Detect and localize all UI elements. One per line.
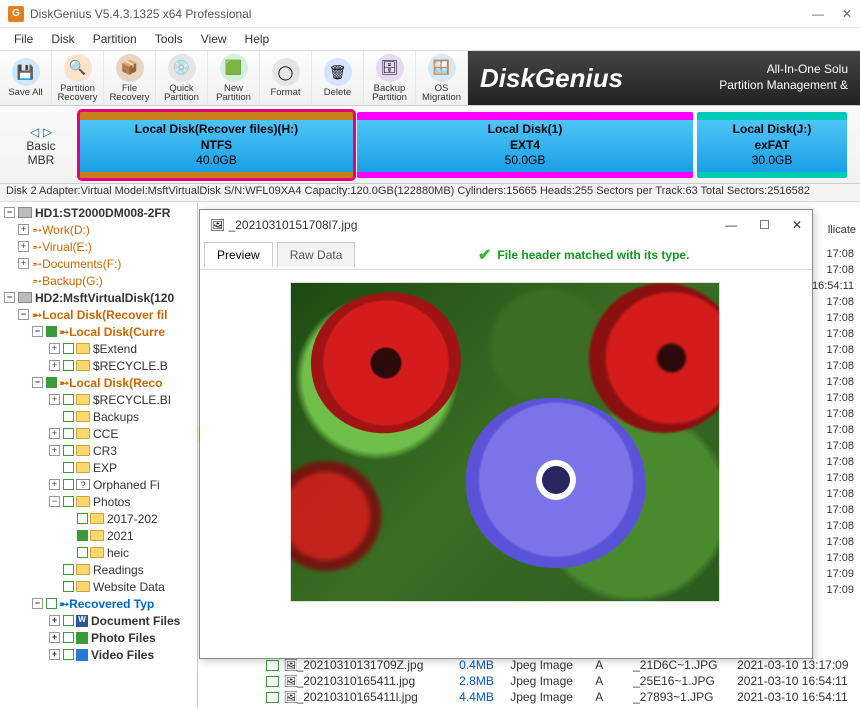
time-cell: 17:08 <box>808 360 860 376</box>
brand-banner: DiskGenius All-In-One SoluPartition Mana… <box>468 51 860 105</box>
backup-icon: 🗄 <box>376 54 404 82</box>
menu-tools[interactable]: Tools <box>147 30 191 48</box>
jpg-icon: 🖼 <box>283 674 296 688</box>
format-button[interactable]: ◯Format <box>260 51 312 105</box>
window-titlebar: G DiskGenius V5.4.3.1325 x64 Professiona… <box>0 0 860 28</box>
time-cell: 16:54:11 <box>808 280 860 296</box>
prev-disk-icon[interactable]: ◁ <box>30 125 39 139</box>
time-cell: 17:08 <box>808 504 860 520</box>
time-cell: 17:08 <box>808 456 860 472</box>
file-row[interactable]: 🖼_20210310165411l.jpg4.4MBJpeg ImageA_27… <box>198 689 860 705</box>
time-cell: 17:09 <box>808 568 860 584</box>
time-cell: 17:08 <box>808 328 860 344</box>
time-cell: 17:08 <box>808 344 860 360</box>
banner-brand: DiskGenius <box>480 63 623 94</box>
preview-image <box>290 282 720 602</box>
time-cell: 17:08 <box>808 296 860 312</box>
time-cell: 17:08 <box>808 488 860 504</box>
migrate-icon: 🪟 <box>428 54 456 82</box>
time-cell: 17:08 <box>808 536 860 552</box>
stack-icon: 🟩 <box>220 54 248 82</box>
time-cell: 17:08 <box>808 392 860 408</box>
preview-close-button[interactable]: ✕ <box>792 218 802 232</box>
time-cell: 17:08 <box>808 312 860 328</box>
time-cell: 17:08 <box>808 248 860 264</box>
time-cell: 17:08 <box>808 440 860 456</box>
video-icon <box>76 649 88 661</box>
next-disk-icon[interactable]: ▷ <box>43 125 52 139</box>
menu-bar: File Disk Partition Tools View Help <box>0 28 860 50</box>
time-cell: 17:09 <box>808 584 860 600</box>
preview-status: ✔ File header matched with its type. <box>355 245 812 265</box>
time-cell: 17:08 <box>808 376 860 392</box>
search-icon: 🔍 <box>64 54 92 82</box>
disc-icon: 💿 <box>168 54 196 82</box>
partition-block-j[interactable]: Local Disk(J:) exFAT 30.0GB <box>697 112 847 178</box>
preview-dialog: 🖼 _20210310151708l7.jpg — ☐ ✕ Preview Ra… <box>199 209 813 659</box>
hdd-icon <box>18 207 32 218</box>
row-checkbox[interactable] <box>266 660 279 671</box>
menu-partition[interactable]: Partition <box>85 30 145 48</box>
file-list[interactable]: 🖼_20210310131709Z.jpg0.4MBJpeg ImageA_21… <box>198 657 860 707</box>
menu-help[interactable]: Help <box>237 30 278 48</box>
backup-partition-button[interactable]: 🗄Backup Partition <box>364 51 416 105</box>
menu-file[interactable]: File <box>6 30 41 48</box>
tab-raw-data[interactable]: Raw Data <box>277 242 356 267</box>
hdd-icon <box>18 292 32 303</box>
time-cell: 17:08 <box>808 408 860 424</box>
preview-minimize-button[interactable]: — <box>725 218 737 232</box>
toolbar: 💾Save All 🔍Partition Recovery 📦File Reco… <box>0 50 860 106</box>
disk-map: ◁ ▷ Basic MBR Local Disk(Recover files)(… <box>0 106 860 184</box>
jpg-icon: 🖼 <box>283 658 296 672</box>
file-recovery-button[interactable]: 📦File Recovery <box>104 51 156 105</box>
preview-filename: _20210310151708l7.jpg <box>229 218 358 232</box>
os-migration-button[interactable]: 🪟OS Migration <box>416 51 468 105</box>
partition-recovery-button[interactable]: 🔍Partition Recovery <box>52 51 104 105</box>
quick-partition-button[interactable]: 💿Quick Partition <box>156 51 208 105</box>
box-icon: 📦 <box>116 54 144 82</box>
time-column: llicate 17:0817:0816:54:1117:0817:0817:0… <box>808 248 860 600</box>
directory-tree[interactable]: −HD1:ST2000DM008-2FR +➵ Work(D:) +➵ Viru… <box>0 202 198 707</box>
save-all-button[interactable]: 💾Save All <box>0 51 52 105</box>
photo-icon <box>76 632 88 644</box>
partition-block-h[interactable]: Local Disk(Recover files)(H:) NTFS 40.0G… <box>80 112 353 178</box>
minimize-button[interactable]: — <box>812 7 824 21</box>
file-row[interactable]: 🖼_20210310165411.jpg2.8MBJpeg ImageA_25E… <box>198 673 860 689</box>
time-cell: 17:08 <box>808 520 860 536</box>
partition-block-1[interactable]: Local Disk(1) EXT4 50.0GB <box>357 112 693 178</box>
time-cell: 17:08 <box>808 472 860 488</box>
time-cell: 17:08 <box>808 552 860 568</box>
file-row[interactable]: 🖼_20210310131709Z.jpg0.4MBJpeg ImageA_21… <box>198 657 860 673</box>
row-checkbox[interactable] <box>266 676 279 687</box>
new-partition-button[interactable]: 🟩New Partition <box>208 51 260 105</box>
ring-icon: ◯ <box>272 58 300 86</box>
app-logo-icon: G <box>8 6 24 22</box>
time-cell: 17:08 <box>808 424 860 440</box>
delete-button[interactable]: 🗑Delete <box>312 51 364 105</box>
file-icon: 🖼 <box>210 218 225 232</box>
trash-icon: 🗑 <box>324 58 352 86</box>
save-icon: 💾 <box>12 58 40 86</box>
jpg-icon: 🖼 <box>283 690 296 704</box>
preview-maximize-button[interactable]: ☐ <box>759 218 770 232</box>
disk-info-bar: Disk 2 Adapter:Virtual Model:MsftVirtual… <box>0 184 860 202</box>
menu-disk[interactable]: Disk <box>43 30 82 48</box>
row-checkbox[interactable] <box>266 692 279 703</box>
time-cell: 17:08 <box>808 264 860 280</box>
close-button[interactable]: ✕ <box>842 7 852 21</box>
check-icon: ✔ <box>478 245 491 265</box>
disk-map-nav: ◁ ▷ Basic MBR <box>6 123 76 167</box>
word-icon: W <box>76 615 88 627</box>
tab-preview[interactable]: Preview <box>204 242 273 267</box>
window-title: DiskGenius V5.4.3.1325 x64 Professional <box>30 7 251 21</box>
menu-view[interactable]: View <box>193 30 235 48</box>
